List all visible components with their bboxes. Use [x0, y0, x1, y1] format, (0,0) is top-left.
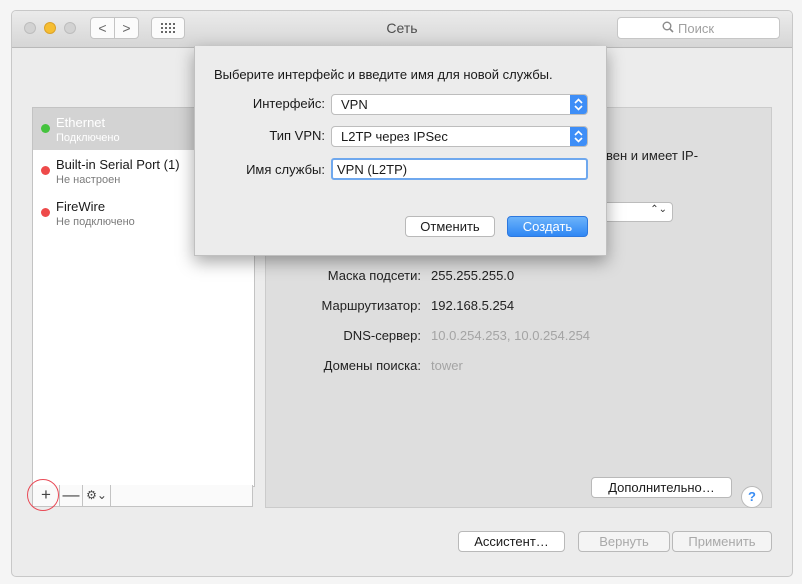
subnet-mask-label: Маска подсети: [327, 268, 421, 283]
add-service-button[interactable]: + [33, 485, 60, 506]
service-status: Не настроен [56, 174, 121, 186]
configure-popup[interactable]: ⌃⌄ [601, 202, 673, 222]
service-status: Подключено [56, 132, 120, 144]
advanced-button[interactable]: Дополнительно… [591, 477, 732, 498]
service-name-label: Имя службы: [246, 162, 325, 177]
search-domains-label: Домены поиска: [323, 358, 421, 373]
router-value: 192.168.5.254 [431, 298, 515, 313]
action-menu-button[interactable]: ⚙⌄ [83, 485, 111, 506]
service-name-input[interactable] [337, 161, 577, 177]
status-error-icon [41, 208, 50, 217]
vpn-type-label: Тип VPN: [269, 128, 325, 143]
apply-button[interactable]: Применить [672, 531, 772, 552]
new-service-sheet: Выберите интерфейс и введите имя для нов… [194, 46, 607, 256]
search-field[interactable] [617, 17, 780, 39]
assistant-button[interactable]: Ассистент… [458, 531, 565, 552]
minus-icon: — [62, 485, 80, 504]
service-name: FireWire [56, 199, 106, 214]
subnet-mask-value: 255.255.255.0 [431, 268, 515, 283]
service-name-field[interactable] [331, 158, 588, 180]
gear-icon: ⚙⌄ [86, 488, 107, 502]
service-status: Не подключено [56, 216, 135, 228]
create-button[interactable]: Создать [507, 216, 588, 237]
service-name: Built-in Serial Port (1) [56, 157, 180, 172]
cancel-button[interactable]: Отменить [405, 216, 495, 237]
help-button[interactable]: ? [741, 486, 763, 508]
service-name: Ethernet [56, 115, 106, 130]
updown-arrows-icon: ⌃⌄ [650, 204, 667, 215]
revert-button[interactable]: Вернуть [578, 531, 670, 552]
vpn-type-value: L2TP через IPSec [341, 129, 448, 144]
router-label: Маршрутизатор: [321, 298, 421, 313]
titlebar: < > Сеть [12, 11, 792, 48]
search-domains-value: tower [431, 358, 463, 373]
plus-icon: + [41, 485, 51, 504]
dns-server-value: 10.0.254.253, 10.0.254.254 [431, 328, 591, 343]
status-connected-icon [41, 124, 50, 133]
interface-label: Интерфейс: [252, 96, 325, 111]
vpn-type-select[interactable]: L2TP через IPSec [331, 126, 588, 147]
service-list-toolbar: + — ⚙⌄ [32, 485, 253, 507]
updown-arrows-icon [570, 127, 587, 146]
interface-value: VPN [341, 97, 368, 112]
dns-server-label: DNS-сервер: [343, 328, 421, 343]
status-description: вен и имеет IP- [606, 148, 699, 163]
updown-arrows-icon [570, 95, 587, 114]
search-input[interactable] [678, 20, 773, 36]
sheet-prompt: Выберите интерфейс и введите имя для нов… [214, 67, 553, 82]
search-icon [662, 21, 674, 33]
status-error-icon [41, 166, 50, 175]
remove-service-button[interactable]: — [60, 485, 83, 506]
interface-select[interactable]: VPN [331, 94, 588, 115]
